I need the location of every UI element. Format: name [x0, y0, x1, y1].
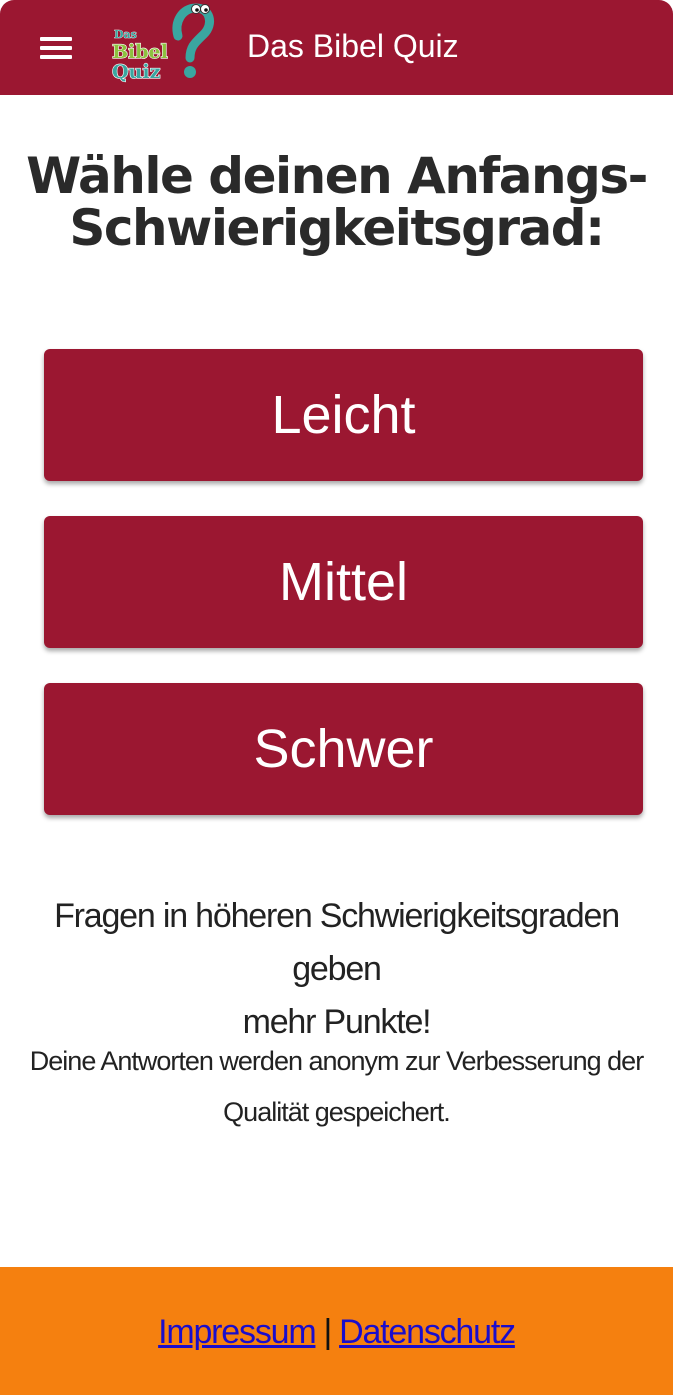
app-logo: Das Bibel Quiz: [111, 3, 215, 84]
level-easy-button[interactable]: Leicht: [44, 349, 643, 481]
app-title: Das Bibel Quiz: [247, 28, 459, 64]
footer: Impressum | Datenschutz: [0, 1267, 673, 1395]
privacy-note-line-2: Qualität gespeichert.: [223, 1097, 451, 1127]
heading-line-1: Wähle deinen Anfangs-: [26, 147, 648, 205]
hamburger-menu-icon[interactable]: [28, 22, 84, 74]
app-bar: Das Bibel Quiz Das Bibel Quiz: [0, 0, 673, 95]
page-heading: Wähle deinen Anfangs- Schwierigkeitsgrad…: [0, 150, 673, 254]
privacy-note-line-1: Deine Antworten werden anonym zur Verbes…: [29, 1046, 644, 1076]
level-hard-button[interactable]: Schwer: [44, 683, 643, 815]
logo-word-bibel: Bibel: [112, 41, 168, 63]
level-medium-button[interactable]: Mittel: [44, 516, 643, 648]
impressum-link[interactable]: Impressum: [158, 1313, 317, 1352]
points-info-line-1: Fragen in höheren Schwierigkeitsgraden g…: [54, 897, 620, 988]
footer-separator: |: [323, 1312, 332, 1351]
privacy-note-text: Deine Antworten werden anonym zur Verbes…: [20, 1036, 653, 1138]
privacy-link[interactable]: Datenschutz: [339, 1313, 516, 1352]
logo-word-das: Das: [114, 28, 137, 41]
heading-line-2: Schwierigkeitsgrad:: [69, 199, 605, 257]
points-info-text: Fragen in höheren Schwierigkeitsgraden g…: [20, 890, 653, 1049]
logo-word-quiz: Quiz: [112, 61, 161, 83]
